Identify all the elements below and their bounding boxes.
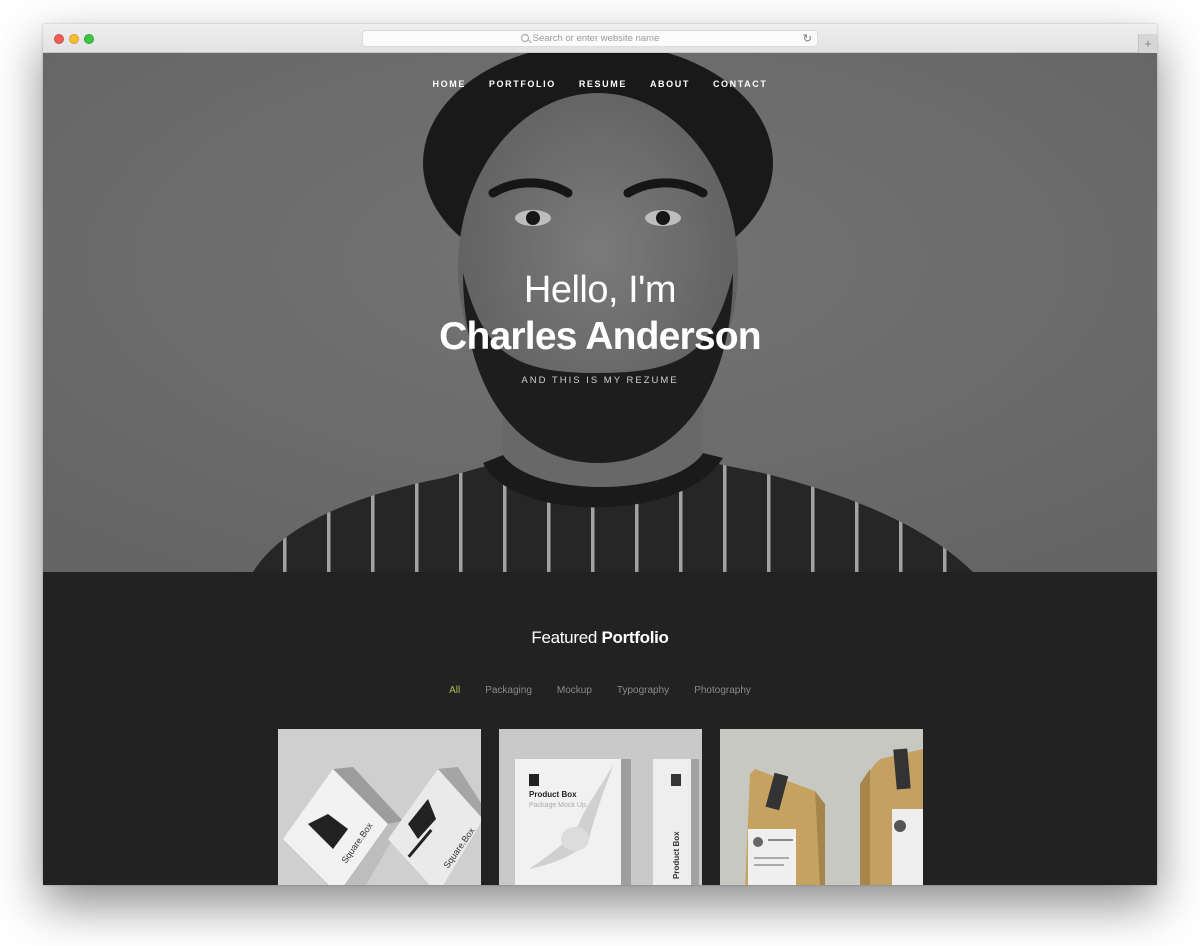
product-box-subtitle: Package Mock Up.: [529, 802, 588, 809]
nav-portfolio[interactable]: PORTFOLIO: [489, 79, 556, 89]
portfolio-section: Featured Portfolio All Packaging Mockup …: [43, 572, 1157, 885]
filter-typography[interactable]: Typography: [617, 685, 669, 696]
nav-home[interactable]: HOME: [433, 79, 466, 89]
minimize-window-button[interactable]: [69, 34, 79, 44]
coffee-bag-image: [720, 729, 923, 885]
product-box-side-label: Product Box: [672, 831, 681, 879]
reload-icon[interactable]: ↻: [803, 32, 812, 45]
portfolio-item-product-box[interactable]: Product Box Package Mock Up. Product Box: [499, 729, 702, 885]
hero-portrait-image: [43, 53, 1157, 572]
plus-icon: +: [1144, 36, 1152, 51]
nav-resume[interactable]: RESUME: [579, 79, 627, 89]
filter-photography[interactable]: Photography: [694, 685, 751, 696]
hero-name: Charles Anderson: [439, 315, 761, 358]
browser-window: Search or enter website name ↻ + HOME PO…: [43, 24, 1157, 885]
portfolio-heading-light: Featured: [531, 628, 598, 647]
portfolio-filters: All Packaging Mockup Typography Photogra…: [43, 685, 1157, 696]
square-box-image: Square.Box Square.Box: [278, 729, 481, 885]
address-bar-placeholder: Search or enter website name: [532, 33, 660, 44]
nav-contact[interactable]: CONTACT: [713, 79, 768, 89]
portfolio-heading-bold: Portfolio: [601, 628, 669, 647]
filter-mockup[interactable]: Mockup: [557, 685, 592, 696]
hero-greeting: Hello, I'm: [523, 269, 677, 311]
new-tab-button[interactable]: +: [1138, 34, 1157, 53]
hero-tagline: AND THIS IS MY REZUME: [521, 375, 679, 386]
main-nav: HOME PORTFOLIO RESUME ABOUT CONTACT: [43, 79, 1157, 89]
browser-titlebar: Search or enter website name ↻ +: [43, 24, 1157, 53]
product-box-title: Product Box: [529, 790, 577, 799]
search-icon: [520, 33, 529, 42]
address-bar[interactable]: Search or enter website name ↻: [362, 30, 818, 47]
product-box-image: Product Box Package Mock Up. Product Box: [499, 729, 702, 885]
filter-all[interactable]: All: [449, 685, 460, 696]
portfolio-item-square-box[interactable]: Square.Box Square.Box: [278, 729, 481, 885]
hero-section: HOME PORTFOLIO RESUME ABOUT CONTACT Hell…: [43, 53, 1157, 572]
nav-about[interactable]: ABOUT: [650, 79, 690, 89]
close-window-button[interactable]: [54, 34, 64, 44]
maximize-window-button[interactable]: [84, 34, 94, 44]
portfolio-heading: Featured Portfolio: [43, 628, 1157, 648]
portfolio-grid: Square.Box Square.Box Product Box Packag…: [278, 729, 923, 885]
portfolio-item-coffee-bag[interactable]: [720, 729, 923, 885]
filter-packaging[interactable]: Packaging: [485, 685, 532, 696]
